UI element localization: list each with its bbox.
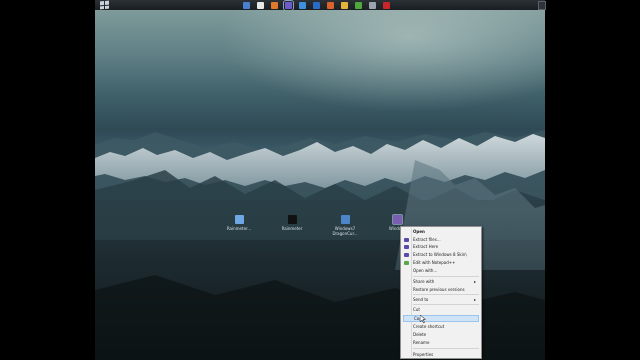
menu-item-label: Edit with Notepad++ (413, 260, 456, 265)
office-icon[interactable] (327, 1, 334, 9)
desktop-icon[interactable]: Rainmeter... (219, 215, 259, 231)
menu-separator (413, 276, 479, 277)
submenu-arrow-icon: ▸ (473, 279, 476, 284)
app-icon[interactable] (283, 0, 294, 11)
menu-item-label: Open with... (413, 268, 438, 273)
menu-item-label: Rename (413, 340, 430, 345)
desktop-icon-label: Windows7 DragonCur... (332, 226, 358, 236)
menu-item-properties[interactable]: Properties (403, 352, 479, 358)
utorrent-icon[interactable] (355, 1, 362, 9)
menu-item-label: Send to (413, 297, 429, 302)
desktop-icon-label: Rainmeter (281, 226, 303, 231)
submenu-arrow-icon: ▸ (473, 297, 476, 302)
desktop-icon[interactable]: Windows7 DragonCur... (325, 215, 365, 236)
mouse-cursor-icon (420, 315, 426, 324)
desktop-icon-image (287, 215, 297, 224)
folder-icon[interactable] (341, 1, 348, 9)
screen: Rainmeter... Rainmeter Windows7 DragonCur.… (0, 0, 640, 360)
winrar-icon (404, 245, 409, 249)
menu-item-label: Restore previous versions (413, 287, 465, 292)
winrar-icon (404, 238, 409, 242)
menu-item-extract-files[interactable]: Extract files... (403, 237, 479, 243)
desktop-icon-label: Rainmeter... (226, 226, 252, 231)
outlook-icon[interactable] (313, 1, 320, 9)
context-menu: Open Extract files... Extract Here Extract … (400, 226, 482, 359)
menu-separator (413, 294, 479, 295)
menu-separator (413, 304, 479, 305)
window-icon[interactable] (369, 1, 376, 9)
desktop-icon-image (234, 215, 244, 224)
menu-item-open[interactable]: Open (403, 229, 479, 235)
menu-item-label: Extract files... (413, 237, 441, 242)
menu-item-label: Open (413, 229, 425, 234)
menu-item-restore-previous-versions[interactable]: Restore previous versions (403, 287, 479, 293)
winrar-icon (404, 253, 409, 257)
menu-item-cut[interactable]: Cut (403, 307, 479, 313)
acrobat-icon[interactable] (383, 1, 390, 9)
notepad-plus-plus-icon (404, 261, 409, 265)
menu-item-label: Share with (413, 279, 435, 284)
menu-item-label: Extract to Windows 8 Skin\ (413, 252, 467, 257)
menu-item-label: Create shortcut (413, 324, 445, 329)
explorer-icon[interactable] (243, 1, 250, 9)
menu-item-edit-with-notepad[interactable]: Edit with Notepad++ (403, 260, 479, 266)
menu-item-share-with[interactable]: Share with ▸ (403, 279, 479, 285)
menu-separator (413, 348, 479, 349)
menu-item-label: Delete (413, 332, 427, 337)
menu-item-label: Properties (413, 352, 434, 357)
menu-item-label: Cut (413, 307, 420, 312)
show-desktop-button[interactable] (538, 1, 546, 10)
firefox-icon[interactable] (271, 1, 278, 9)
menu-item-extract-here[interactable]: Extract Here (403, 244, 479, 250)
media-icon[interactable] (257, 1, 264, 9)
ie-icon[interactable] (299, 1, 306, 9)
menu-item-create-shortcut[interactable]: Create shortcut (403, 324, 479, 330)
menu-item-copy[interactable]: Copy (403, 315, 479, 322)
start-button-windows-icon[interactable] (100, 0, 109, 10)
desktop-icon-image (391, 214, 403, 225)
menu-item-label: Extract Here (413, 244, 439, 249)
menu-item-open-with[interactable]: Open with... (403, 268, 479, 274)
desktop-icon-image (340, 215, 350, 224)
menu-item-extract-to-windows-8-skin[interactable]: Extract to Windows 8 Skin\ (403, 252, 479, 258)
desktop-icon[interactable]: Rainmeter (272, 215, 312, 231)
taskbar-pinned-apps (243, 0, 390, 11)
menu-item-send-to[interactable]: Send to ▸ (403, 297, 479, 303)
menu-item-delete[interactable]: Delete (403, 332, 479, 338)
menu-item-rename[interactable]: Rename (403, 340, 479, 346)
